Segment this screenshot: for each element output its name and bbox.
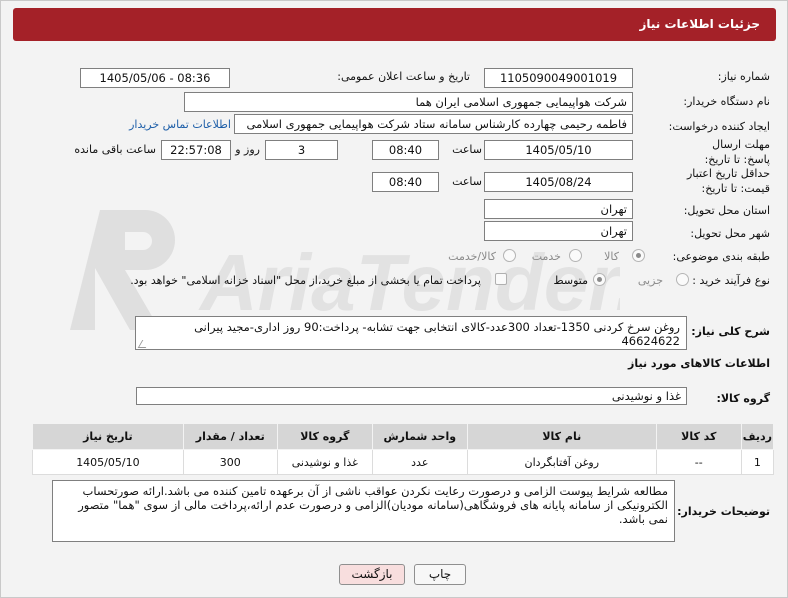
category-radio-goods-service[interactable] [503, 249, 516, 262]
deadline-days-field: 3 [265, 140, 338, 160]
province-field: تهران [484, 199, 633, 219]
process-type-label: نوع فرآیند خرید : [692, 274, 770, 287]
buyer-notes-label: توضیحات خریدار: [677, 505, 770, 518]
category-option-goods-service: کالا/خدمت [448, 250, 496, 263]
cell-name: روغن آفتابگردان [466, 449, 657, 475]
back-button[interactable]: بازگشت [339, 564, 405, 585]
col-row: ردیف [740, 423, 775, 450]
col-name: نام کالا [466, 423, 657, 450]
need-number-label: شماره نیاز: [717, 70, 770, 83]
col-need-date: تاریخ نیاز [32, 423, 184, 450]
validity-date-field: 1405/08/24 [484, 172, 633, 192]
buyer-notes-textarea[interactable]: مطالعه شرایط پیوست الزامی و درصورت رعایت… [52, 480, 675, 542]
creator-field: فاطمه رحیمی چهارده کارشناس سامانه ستاد ش… [234, 114, 633, 134]
general-description-textarea[interactable]: روغن سرخ کردنی 1350-تعداد 300عدد-کالای ا… [135, 316, 687, 350]
cell-row: 1 [740, 449, 775, 475]
cell-code: -- [655, 449, 742, 475]
contact-buyer-link[interactable]: اطلاعات تماس خریدار [129, 118, 231, 131]
validity-time-field: 08:40 [372, 172, 439, 192]
buyer-org-field: شرکت هواپیمایی جمهوری اسلامی ایران هما [184, 92, 633, 112]
process-radio-minor[interactable] [676, 273, 689, 286]
deadline-date-field: 1405/05/10 [484, 140, 633, 160]
category-option-service: خدمت [531, 250, 561, 263]
table-row: 1 -- روغن آفتابگردان عدد غذا و نوشیدنی 3… [32, 449, 775, 475]
buyer-org-label: نام دستگاه خریدار: [683, 95, 770, 108]
col-code: کد کالا [655, 423, 742, 450]
page-title: جزئیات اطلاعات نیاز [639, 17, 760, 31]
col-unit: واحد شمارش [371, 423, 468, 450]
goods-group-field: غذا و نوشیدنی [136, 387, 687, 405]
city-field: تهران [484, 221, 633, 241]
general-desc-label: شرح کلی نیاز: [691, 325, 770, 338]
need-number-field: 1105090049001019 [484, 68, 633, 88]
remaining-label: ساعت باقی مانده [74, 143, 156, 156]
creator-label: ایجاد کننده درخواست: [668, 120, 770, 133]
announce-datetime-field: 1405/05/06 - 08:36 [80, 68, 230, 88]
remaining-time-field: 22:57:08 [161, 140, 231, 160]
goods-group-label: گروه کالا: [716, 392, 770, 405]
goods-table: ردیف کد کالا نام کالا واحد شمارش گروه کا… [32, 423, 775, 475]
col-group: گروه کالا [276, 423, 373, 450]
deadline-time-field: 08:40 [372, 140, 439, 160]
validity-time-label: ساعت [452, 175, 482, 188]
province-label: استان محل تحویل: [683, 204, 770, 217]
city-label: شهر محل تحویل: [690, 227, 770, 240]
process-option-medium: متوسط [553, 274, 588, 287]
header-bar: جزئیات اطلاعات نیاز [13, 8, 776, 41]
category-label: طبقه بندی موضوعی: [672, 250, 770, 263]
process-radio-medium[interactable] [593, 273, 606, 286]
category-option-goods: کالا [604, 250, 619, 263]
cell-unit: عدد [371, 449, 468, 475]
col-quantity: تعداد / مقدار [182, 423, 278, 450]
day-and-label: روز و [235, 143, 260, 156]
deadline-label: مهلت ارسال پاسخ: تا تاریخ: [704, 138, 770, 166]
announce-datetime-label: تاریخ و ساعت اعلان عمومی: [337, 70, 470, 83]
process-option-minor: جزیی [637, 274, 663, 287]
treasury-payment-note: پرداخت تمام یا بخشی از مبلغ خرید،از محل … [130, 274, 481, 287]
goods-info-heading: اطلاعات کالاهای مورد نیاز [628, 357, 770, 370]
deadline-time-label: ساعت [452, 143, 482, 156]
category-radio-goods[interactable] [632, 249, 645, 262]
cell-need-date: 1405/05/10 [32, 449, 184, 475]
goods-table-header: ردیف کد کالا نام کالا واحد شمارش گروه کا… [32, 423, 775, 450]
cell-quantity: 300 [182, 449, 278, 475]
price-validity-label: حداقل تاریخ اعتبار قیمت: تا تاریخ: [686, 167, 770, 195]
category-radio-service[interactable] [569, 249, 582, 262]
print-button[interactable]: چاپ [414, 564, 466, 585]
cell-group: غذا و نوشیدنی [276, 449, 373, 475]
treasury-payment-checkbox[interactable] [495, 273, 507, 285]
